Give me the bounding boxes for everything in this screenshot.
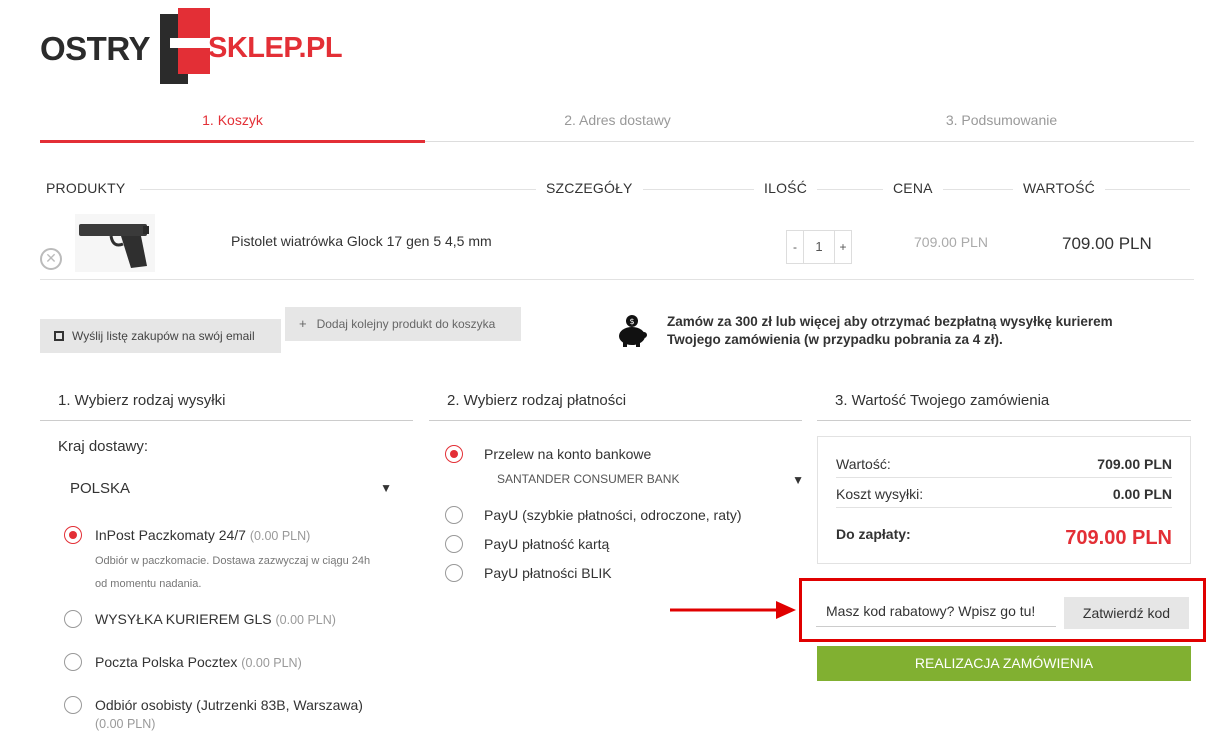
coupon-input[interactable]: Masz kod rabatowy? Wpisz go tu! [816,597,1056,627]
product-price: 709.00 PLN [914,234,988,250]
qty-input[interactable]: 1 [804,230,834,264]
logo-cross-icon [160,8,210,84]
payment-option-blik[interactable]: PayU płatności BLIK [484,565,612,581]
send-list-button[interactable]: Wyślij listę zakupów na swój email [40,319,281,353]
summary-value-label: Wartość: [836,456,891,472]
shipping-radio-pickup[interactable] [64,696,82,714]
payment-title: 2. Wybierz rodzaj płatności [447,392,627,409]
promo-line-2: Twojego zamówienia (w przypadku pobrania… [667,332,1003,347]
shipping-title: 1. Wybierz rodzaj wysyłki [58,392,226,409]
step-cart[interactable]: 1. Koszyk [40,112,425,128]
summary-total-label: Do zapłaty: [836,526,911,542]
shipping-radio-gls[interactable] [64,610,82,628]
logo-text-left: OSTRY [40,30,150,67]
shipping-option-price: (0.00 PLN) [275,613,336,627]
bank-value: SANTANDER CONSUMER BANK [497,472,680,486]
summary-value: 709.00 PLN [1097,456,1172,472]
bank-select[interactable]: SANTANDER CONSUMER BANK ▼ [484,470,804,492]
shipping-option-label: InPost Paczkomaty 24/7 [95,527,246,543]
country-select[interactable]: POLSKA ▼ [58,478,398,502]
payment-radio-blik[interactable] [445,564,463,582]
shipping-desc-line-2: od momentu nadania. [95,578,202,590]
product-name[interactable]: Pistolet wiatrówka Glock 17 gen 5 4,5 mm [231,233,492,249]
plus-icon: + [299,316,307,331]
summary-title-line [817,420,1191,421]
summary-shipping: 0.00 PLN [1112,486,1172,502]
shipping-option-pickup[interactable]: Odbiór osobisty (Jutrzenki 83B, Warszawa… [95,697,363,731]
logo[interactable]: OSTRY SKLEP.PL [40,8,343,84]
summary-divider [836,477,1172,478]
free-shipping-note: Zamów za 300 zł lub więcej aby otrzymać … [667,313,1113,349]
shipping-title-line [40,420,413,421]
payment-radio-transfer[interactable] [445,445,463,463]
quantity-stepper[interactable]: - 1 + [786,230,852,264]
summary-divider [836,507,1172,508]
summary-title: 3. Wartość Twojego zamówienia [835,392,1050,409]
summary-total: 709.00 PLN [1065,527,1172,549]
header-products: PRODUKTY [46,180,136,196]
send-list-label: Wyślij listę zakupów na swój email [72,329,255,343]
shipping-desc-line-1: Odbiór w paczkomacie. Dostawa zazwyczaj … [95,555,371,567]
payment-option-payu[interactable]: PayU (szybkie płatności, odroczone, raty… [484,507,742,523]
header-qty: ILOŚĆ [754,180,818,196]
product-value: 709.00 PLN [1062,234,1152,253]
payment-radio-card[interactable] [445,535,463,553]
header-details: SZCZEGÓŁY [536,180,643,196]
shipping-radio-inpost[interactable] [64,526,82,544]
shipping-option-price: (0.00 PLN) [241,656,302,670]
row-divider [40,279,1194,280]
shipping-option-price: (0.00 PLN) [249,529,311,543]
shipping-radio-pocztex[interactable] [64,653,82,671]
piggy-bank-icon: $ [619,315,647,347]
shipping-option-pocztex[interactable]: Poczta Polska Pocztex (0.00 PLN) [95,654,302,670]
add-product-button[interactable]: + Dodaj kolejny produkt do koszyka [285,307,521,341]
header-value: WARTOŚĆ [1013,180,1105,196]
logo-text-right: SKLEP.PL [208,32,343,64]
add-product-label: Dodaj kolejny produkt do koszyka [316,317,496,331]
country-label: Kraj dostawy: [58,438,149,455]
shipping-option-price: (0.00 PLN) [95,717,156,731]
remove-item-icon[interactable]: ✕ [40,248,62,270]
shipping-option-desc: Odbiór w paczkomacie. Dostawa zazwyczaj … [95,550,370,596]
place-order-button[interactable]: REALIZACJA ZAMÓWIENIA [817,646,1191,681]
chevron-down-icon: ▼ [380,481,392,495]
shipping-option-gls[interactable]: WYSYŁKA KURIEREM GLS (0.00 PLN) [95,611,336,627]
step-active-indicator [40,140,425,143]
header-price: CENA [883,180,943,196]
floppy-icon [54,331,64,341]
payment-option-card[interactable]: PayU płatność kartą [484,536,609,552]
step-address[interactable]: 2. Adres dostawy [425,112,810,128]
payment-radio-payu[interactable] [445,506,463,524]
payment-title-line [429,420,802,421]
shipping-option-label: WYSYŁKA KURIEREM GLS [95,611,272,627]
arrow-right-icon [670,601,796,619]
country-value: POLSKA [70,480,131,497]
payment-option-transfer[interactable]: Przelew na konto bankowe [484,446,651,462]
svg-text:$: $ [629,317,634,326]
qty-decrease-button[interactable]: - [786,230,804,264]
shipping-option-label: Poczta Polska Pocztex [95,654,238,670]
summary-shipping-label: Koszt wysyłki: [836,486,924,502]
qty-increase-button[interactable]: + [834,230,852,264]
step-summary[interactable]: 3. Podsumowanie [809,112,1194,128]
chevron-down-icon: ▼ [792,473,804,487]
promo-line-1: Zamów za 300 zł lub więcej aby otrzymać … [667,314,1113,329]
apply-coupon-button[interactable]: Zatwierdź kod [1064,597,1189,629]
product-thumbnail[interactable] [75,214,155,272]
shipping-option-inpost[interactable]: InPost Paczkomaty 24/7 (0.00 PLN) [95,527,310,543]
shipping-option-label: Odbiór osobisty (Jutrzenki 83B, Warszawa… [95,697,363,713]
